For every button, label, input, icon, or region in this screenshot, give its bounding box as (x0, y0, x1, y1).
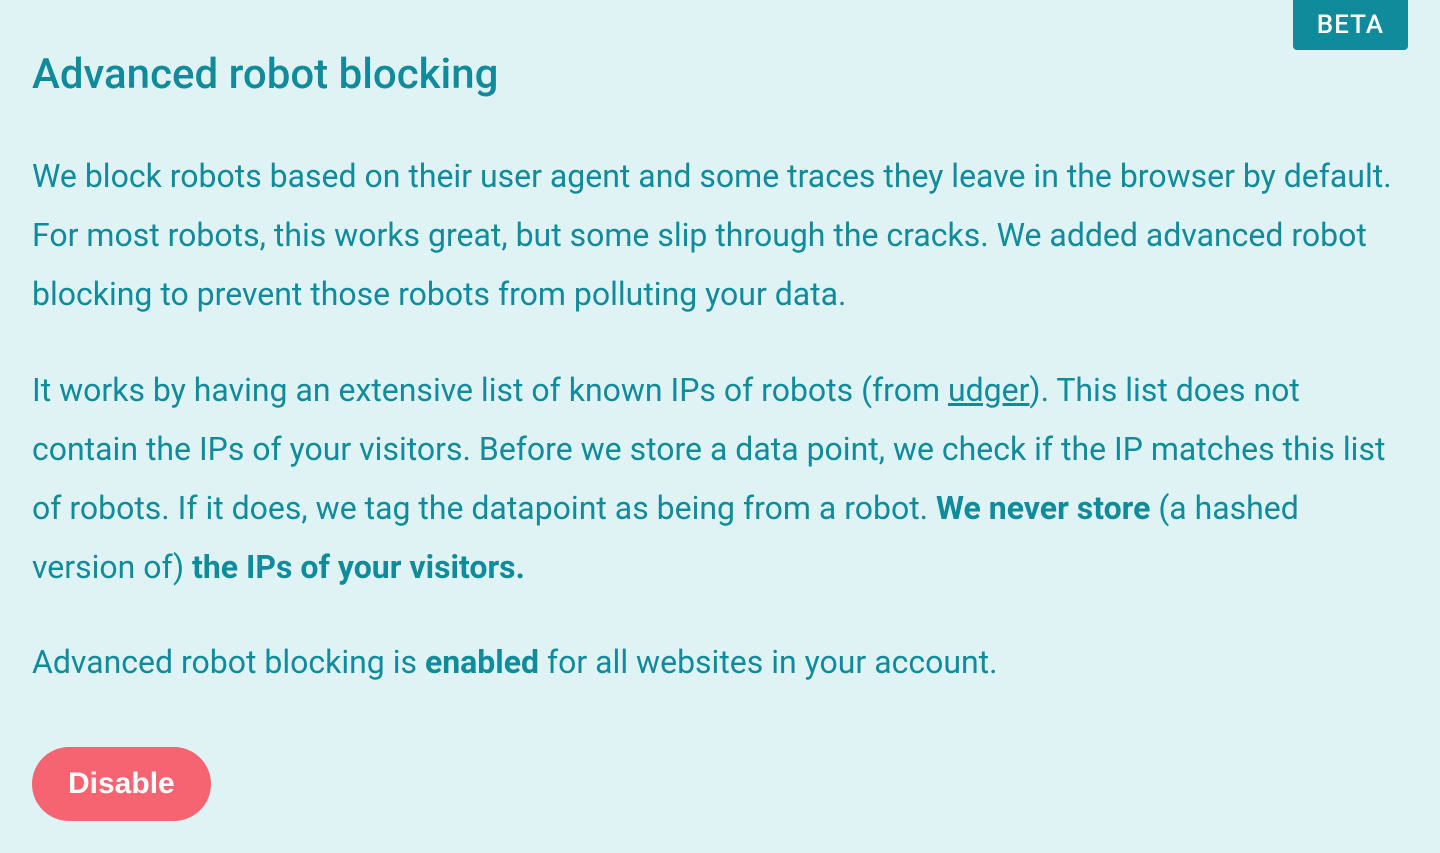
p3-bold: enabled (425, 643, 539, 681)
udger-link[interactable]: udger (948, 371, 1029, 409)
p3-text-1: Advanced robot blocking is (32, 643, 425, 681)
p3-text-2: for all websites in your account. (539, 643, 998, 681)
description-paragraph-1: We block robots based on their user agen… (32, 147, 1408, 325)
page-title: Advanced robot blocking (32, 50, 1408, 99)
beta-badge: BETA (1293, 0, 1408, 50)
p2-text-1: It works by having an extensive list of … (32, 371, 948, 409)
description-paragraph-3: Advanced robot blocking is enabled for a… (32, 633, 1408, 692)
p2-bold-1: We never store (936, 489, 1150, 527)
description-paragraph-2: It works by having an extensive list of … (32, 361, 1408, 598)
disable-button[interactable]: Disable (32, 747, 211, 821)
p2-bold-2: the IPs of your visitors. (192, 548, 525, 586)
